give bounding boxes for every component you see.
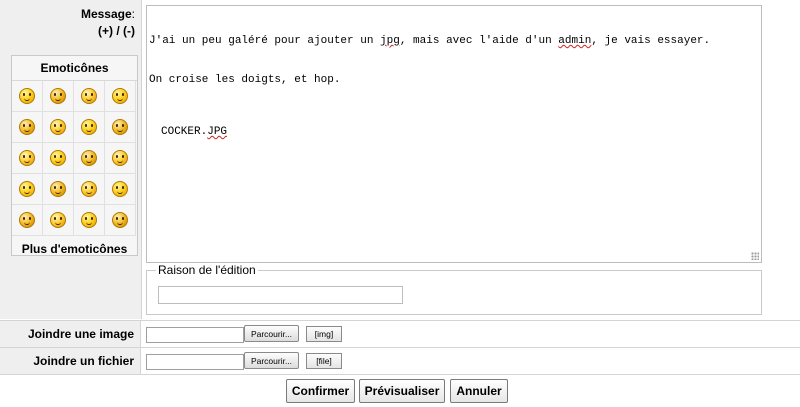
emoticons-panel: Emoticônes Plus d'emoticônes xyxy=(11,55,138,256)
message-textarea[interactable]: J'ai un peu galéré pour ajouter un jpg, … xyxy=(146,5,762,263)
message-line-1: J'ai un peu galéré pour ajouter un jpg, … xyxy=(149,35,759,48)
attach-image-label: Joindre une image xyxy=(0,321,141,347)
emoticon-cell[interactable] xyxy=(12,174,43,205)
tongue-smiley-icon xyxy=(81,119,97,135)
preview-button[interactable]: Prévisualiser xyxy=(359,379,445,403)
insert-file-tag-button[interactable]: [file] xyxy=(306,353,342,369)
more-emoticons-link[interactable]: Plus d'emoticônes xyxy=(12,236,137,262)
emoticon-cell[interactable] xyxy=(12,143,43,174)
emoticon-cell[interactable] xyxy=(105,174,136,205)
file-browse-button[interactable]: Parcourir... xyxy=(244,352,299,369)
attach-file-label: Joindre un fichier xyxy=(0,348,141,374)
message-label-column: Message: (+) / (-) Emoticônes Plus d'emo… xyxy=(0,0,142,319)
resize-toggle[interactable]: (+) / (-) xyxy=(98,24,135,38)
smile-smiley-icon xyxy=(81,88,97,104)
rolling-eyes-smiley-icon xyxy=(81,181,97,197)
emoticon-cell[interactable] xyxy=(12,81,43,112)
form-actions: Confirmer Prévisualiser Annuler xyxy=(0,374,800,407)
message-text: J'ai un peu galéré pour ajouter un xyxy=(149,35,381,47)
grin-smiley-icon xyxy=(112,88,128,104)
spellcheck-word: jpg xyxy=(380,35,400,47)
angry-smiley-icon xyxy=(112,119,128,135)
wink-smiley-icon xyxy=(50,119,66,135)
emoticon-cell[interactable] xyxy=(43,174,74,205)
cancel-button[interactable]: Annuler xyxy=(450,379,508,403)
attachment-name: COCKER. xyxy=(161,126,208,138)
confused-smiley-icon xyxy=(50,88,66,104)
emoticons-grid xyxy=(12,81,137,236)
message-text: On croise les doigts, et hop. xyxy=(149,74,341,86)
crazy-smiley-icon xyxy=(112,212,128,228)
emoticons-title: Emoticônes xyxy=(12,56,137,81)
emoticon-cell[interactable] xyxy=(74,81,105,112)
neutral-smiley-icon xyxy=(81,212,97,228)
blush-smiley-icon xyxy=(19,212,35,228)
emoticon-cell[interactable] xyxy=(74,143,105,174)
message-text: , je vais essayer. xyxy=(591,35,711,47)
spellcheck-word: admin xyxy=(558,35,592,47)
file-input[interactable] xyxy=(146,354,244,370)
message-label-colon: : xyxy=(131,7,135,21)
image-file-input[interactable] xyxy=(146,327,244,343)
message-label-text: Message xyxy=(80,7,132,21)
edit-reason-input[interactable] xyxy=(158,286,403,304)
emoticon-cell[interactable] xyxy=(105,81,136,112)
insert-img-tag-button[interactable]: [img] xyxy=(306,326,342,342)
emoticon-cell[interactable] xyxy=(105,112,136,143)
emoticon-cell[interactable] xyxy=(12,112,43,143)
happy-smiley-icon xyxy=(19,119,35,135)
emoticon-cell[interactable] xyxy=(43,205,74,236)
attachment-extension: JPG xyxy=(207,126,228,138)
sleepy-smiley-icon xyxy=(50,181,66,197)
attach-file-row: Joindre un fichier Parcourir... [file] xyxy=(0,347,800,374)
emoticon-cell[interactable] xyxy=(43,112,74,143)
message-line-2: On croise les doigts, et hop. xyxy=(149,74,759,87)
surprised-smiley-icon xyxy=(112,181,128,197)
message-attachment-line: COCKER.JPG xyxy=(149,126,759,139)
confirm-button[interactable]: Confirmer xyxy=(286,379,355,403)
emoticon-cell[interactable] xyxy=(105,205,136,236)
edit-reason-fieldset: Raison de l'édition xyxy=(146,263,762,315)
emoticon-cell[interactable] xyxy=(43,143,74,174)
image-browse-button[interactable]: Parcourir... xyxy=(244,325,299,342)
emoticon-cell[interactable] xyxy=(12,205,43,236)
dizzy-smiley-icon xyxy=(112,150,128,166)
emoticon-cell[interactable] xyxy=(105,143,136,174)
scream-smiley-icon xyxy=(50,212,66,228)
mad-smiley-icon xyxy=(19,150,35,166)
cool-smiley-icon xyxy=(19,88,35,104)
message-label: Message: (+) / (-) xyxy=(81,6,135,40)
laugh-smiley-icon xyxy=(19,181,35,197)
message-text: , mais avec l'aide d'un xyxy=(399,35,559,47)
resize-grip-icon[interactable] xyxy=(751,252,759,260)
question-smiley-icon xyxy=(81,150,97,166)
shocked-smiley-icon xyxy=(50,150,66,166)
emoticon-cell[interactable] xyxy=(74,205,105,236)
edit-reason-legend: Raison de l'édition xyxy=(156,263,258,277)
attach-image-row: Joindre une image Parcourir... [img] xyxy=(0,320,800,347)
emoticon-cell[interactable] xyxy=(43,81,74,112)
emoticon-cell[interactable] xyxy=(74,174,105,205)
emoticon-cell[interactable] xyxy=(74,112,105,143)
